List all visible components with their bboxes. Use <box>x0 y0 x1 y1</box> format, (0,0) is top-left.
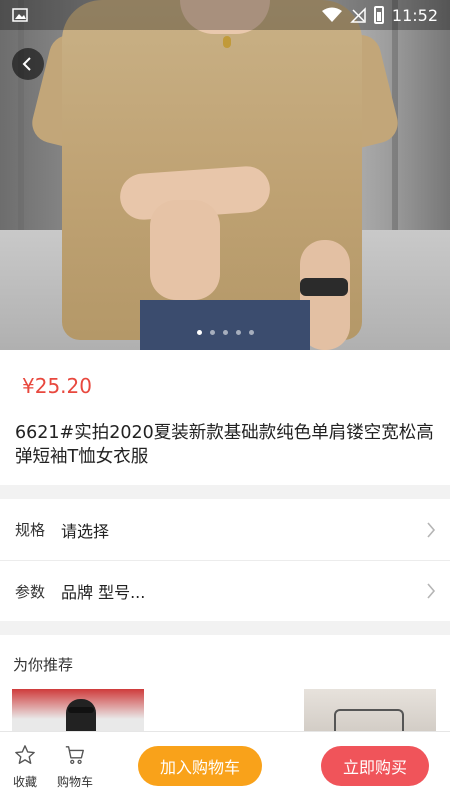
cart-icon <box>65 746 84 764</box>
status-bar: 11:52 <box>0 0 450 30</box>
no-sim-icon <box>350 7 366 23</box>
chevron-right-icon <box>427 521 436 538</box>
status-time: 11:52 <box>391 5 438 25</box>
product-image-carousel[interactable] <box>0 0 450 350</box>
favorite-label: 收藏 <box>12 775 37 789</box>
params-value: 品牌 型号... <box>61 583 146 602</box>
carousel-dot <box>209 330 215 335</box>
carousel-dot <box>196 330 202 335</box>
add-to-cart-button[interactable]: 加入购物车 <box>138 746 262 786</box>
chevron-left-icon <box>22 57 31 71</box>
cart-label: 购物车 <box>56 775 93 789</box>
carousel-dot <box>248 330 254 335</box>
spec-value: 请选择 <box>61 521 110 541</box>
params-label: 参数 <box>15 582 46 601</box>
carousel-dot <box>222 330 228 335</box>
carousel-dot <box>235 330 241 335</box>
product-options: 规格 请选择 参数 品牌 型号... <box>0 499 450 621</box>
params-row[interactable]: 参数 品牌 型号... <box>0 560 450 621</box>
image-icon <box>12 8 28 22</box>
buy-now-button[interactable]: 立即购买 <box>321 746 429 786</box>
product-price: ¥25.20 <box>22 374 92 398</box>
favorite-button[interactable]: 收藏 <box>3 744 47 790</box>
product-title: 6621#实拍2020夏装新款基础款纯色单肩镂空宽松高弹短袖T恤女衣服 <box>15 423 434 467</box>
product-info: ¥25.20 6621#实拍2020夏装新款基础款纯色单肩镂空宽松高弹短袖T恤女… <box>0 350 450 485</box>
product-detail-page: 11:52 ¥25.20 6621#实拍2020夏装新款基础款纯色单肩镂空宽松高… <box>0 0 450 800</box>
bottom-action-bar: 收藏 购物车 加入购物车 立即购买 <box>0 731 450 800</box>
star-icon <box>15 745 35 764</box>
carousel-indicator <box>0 330 450 335</box>
spec-selector-row[interactable]: 规格 请选择 <box>0 499 450 560</box>
spec-label: 规格 <box>15 521 46 539</box>
cart-button[interactable]: 购物车 <box>53 744 97 790</box>
battery-icon <box>373 6 384 24</box>
wifi-icon <box>321 7 342 22</box>
recommendations-section: 为你推荐 <box>0 635 450 739</box>
back-button[interactable] <box>12 48 44 80</box>
recommendations-title: 为你推荐 <box>13 656 74 674</box>
chevron-right-icon <box>427 583 436 599</box>
